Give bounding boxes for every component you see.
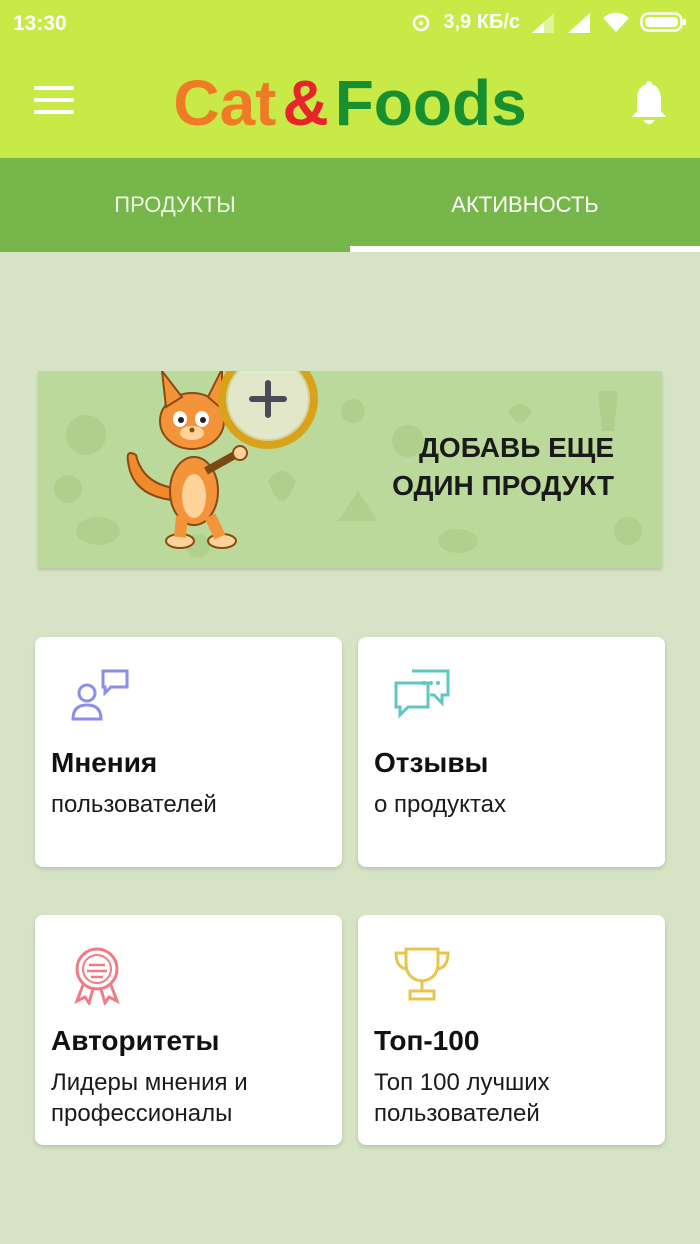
- wifi-icon: [603, 12, 629, 32]
- trophy-icon: [394, 947, 450, 1001]
- card-subtitle: пользователей: [51, 791, 217, 818]
- logo-cat: Cat: [173, 67, 277, 139]
- card-title: Топ-100: [374, 1025, 480, 1056]
- signal-icon: [532, 13, 554, 33]
- user-chat-icon: [71, 669, 129, 721]
- bell-icon[interactable]: [628, 80, 670, 128]
- card-authorities[interactable]: Авторитеты Лидеры мнения и профессионалы: [35, 915, 342, 1145]
- status-right: 3,9 КБ/с: [409, 10, 688, 34]
- tab-products[interactable]: ПРОДУКТЫ: [0, 158, 350, 252]
- logo-foods: Foods: [334, 67, 527, 139]
- logo-amp: &: [282, 67, 329, 139]
- banner-line-2: ОДИН ПРОДУКТ: [392, 470, 614, 501]
- card-title: Отзывы: [374, 747, 489, 778]
- battery-icon: [640, 12, 686, 32]
- badge-icon: [74, 947, 120, 1005]
- tab-activity-label: АКТИВНОСТЬ: [451, 192, 599, 217]
- tab-indicator: [350, 246, 700, 252]
- card-title: Авторитеты: [51, 1025, 220, 1056]
- card-subtitle: Лидеры мнения и профессионалы: [51, 1069, 248, 1127]
- card-title: Мнения: [51, 747, 158, 778]
- card-subtitle: о продуктах: [374, 791, 507, 818]
- banner-text: ДОБАВЬ ЕЩЕ ОДИН ПРОДУКТ: [392, 429, 614, 505]
- tab-products-label: ПРОДУКТЫ: [114, 192, 236, 217]
- status-speed: 3,9 КБ/с: [443, 10, 520, 33]
- top-bar: 13:30 3,9 КБ/с Cat&Foods: [0, 0, 700, 158]
- card-top-100[interactable]: Топ-100 Топ 100 лучших пользователей: [358, 915, 665, 1145]
- card-product-reviews[interactable]: Отзывы о продуктах: [358, 637, 665, 867]
- tab-bar: ПРОДУКТЫ АКТИВНОСТЬ: [0, 158, 700, 252]
- alarm-icon: [413, 14, 430, 32]
- status-bar: 13:30 3,9 КБ/с: [0, 0, 700, 50]
- status-time: 13:30: [13, 12, 67, 35]
- add-product-banner[interactable]: ДОБАВЬ ЕЩЕ ОДИН ПРОДУКТ: [38, 371, 662, 568]
- signal-icon: [568, 13, 590, 33]
- card-user-opinions[interactable]: Мнения пользователей: [35, 637, 342, 867]
- app-bar: Cat&Foods: [0, 50, 700, 158]
- app-logo: Cat&Foods: [0, 66, 700, 140]
- chat-bubbles-icon: [394, 669, 450, 719]
- cat-mascot-magnifier: [126, 371, 318, 549]
- banner-line-1: ДОБАВЬ ЕЩЕ: [418, 432, 614, 463]
- tab-activity[interactable]: АКТИВНОСТЬ: [350, 158, 700, 252]
- card-subtitle: Топ 100 лучших пользователей: [374, 1069, 550, 1127]
